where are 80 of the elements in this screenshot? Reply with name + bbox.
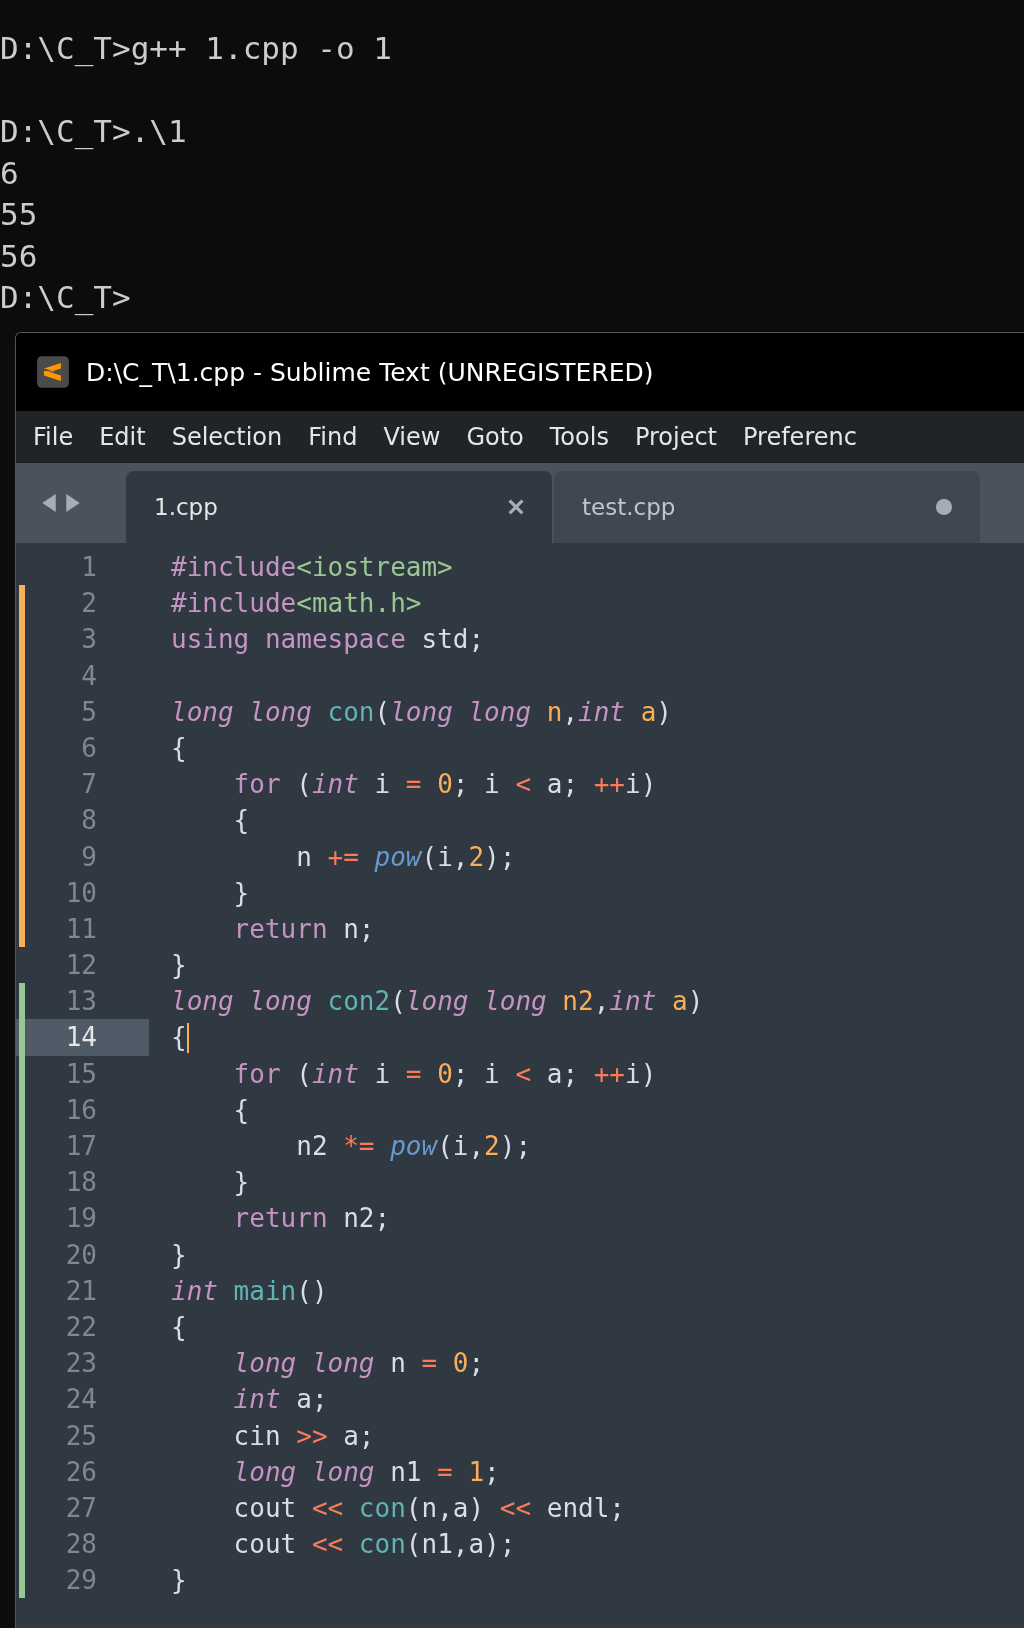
code-line: } xyxy=(171,949,187,983)
line-number: 23 xyxy=(65,1347,97,1381)
code-line: #include<iostream> xyxy=(171,551,453,584)
line-number: 26 xyxy=(65,1455,97,1489)
line-number: 1 xyxy=(81,551,97,584)
line-number: 22 xyxy=(65,1310,97,1344)
code-line: } xyxy=(171,1238,187,1272)
line-number: 25 xyxy=(65,1419,97,1453)
line-number: 21 xyxy=(65,1274,97,1308)
line-number: 12 xyxy=(65,949,97,983)
menu-item[interactable]: Project xyxy=(621,423,730,451)
line-number: 15 xyxy=(65,1057,97,1091)
terminal-line: 56 xyxy=(0,237,38,274)
line-number: 10 xyxy=(65,876,97,910)
text-cursor xyxy=(186,1022,189,1053)
menu-item[interactable]: File xyxy=(20,423,87,451)
line-number: 13 xyxy=(65,985,97,1019)
left-arrow-icon[interactable] xyxy=(42,494,56,512)
code-line: long long n1 = 1; xyxy=(232,1455,500,1489)
line-number: 6 xyxy=(81,731,97,765)
code-line: #include<math.h> xyxy=(171,587,422,621)
code-line: cin >> a; xyxy=(232,1419,375,1453)
line-number: 11 xyxy=(65,912,97,946)
line-number: 2 xyxy=(81,587,97,621)
menu-item[interactable]: Selection xyxy=(158,423,296,451)
menu-item[interactable]: Edit xyxy=(86,423,159,451)
code-line: { xyxy=(171,1021,187,1055)
code-line: long long con2(long long n2,int a) xyxy=(171,985,704,1019)
menu-item[interactable]: Preferenc xyxy=(730,423,870,451)
code-line: } xyxy=(232,1166,250,1200)
line-number: 28 xyxy=(65,1528,97,1562)
line-number: 14 xyxy=(65,1021,97,1055)
line-number: 29 xyxy=(65,1564,97,1598)
close-icon[interactable] xyxy=(508,499,524,515)
terminal-line: D:\C_T>.\1 xyxy=(0,113,187,149)
line-number: 3 xyxy=(81,623,97,657)
menu-item[interactable]: Tools xyxy=(536,423,622,451)
code-line: { xyxy=(171,1310,187,1344)
line-number: 18 xyxy=(65,1166,97,1200)
code-line: n2 *= pow(i,2); xyxy=(295,1130,532,1163)
menu-item[interactable]: Find xyxy=(295,423,371,451)
line-number: 19 xyxy=(65,1202,97,1236)
terminal-line: D:\C_T>g++ 1.cpp -o 1 xyxy=(0,30,392,66)
code-line: } xyxy=(232,876,250,910)
code-line: int main() xyxy=(171,1274,328,1308)
terminal-line: 55 xyxy=(0,196,38,232)
line-number: 5 xyxy=(81,695,97,729)
code-line: n += pow(i,2); xyxy=(295,840,516,874)
code-line: for (int i = 0; i < a; ++i) xyxy=(232,1057,657,1091)
terminal-line: D:\C_T> xyxy=(0,279,131,315)
code-line: for (int i = 0; i < a; ++i) xyxy=(232,768,657,802)
code-line: int a; xyxy=(232,1383,328,1417)
app-logo-icon xyxy=(36,355,70,389)
code-line: cout << con(n1,a); xyxy=(232,1528,516,1562)
file-tab[interactable]: 1.cpp xyxy=(126,471,552,543)
code-line: long long con(long long n,int a) xyxy=(171,695,672,729)
line-number: 24 xyxy=(65,1383,97,1417)
file-tab[interactable]: test.cpp xyxy=(554,471,980,543)
line-number: 16 xyxy=(65,1093,97,1127)
line-number: 8 xyxy=(81,804,97,838)
code-line: { xyxy=(232,1093,250,1127)
code-line: { xyxy=(171,731,187,765)
menu-item[interactable]: Goto xyxy=(453,423,537,451)
line-number: 4 xyxy=(81,659,97,693)
code-line: cout << con(n,a) << endl; xyxy=(232,1491,625,1525)
window-title: D:\C_T\1.cpp - Sublime Text (UNREGISTERED) xyxy=(86,357,654,387)
code-line: long long n = 0; xyxy=(232,1347,485,1381)
code-line: return n; xyxy=(232,912,375,946)
code-line: { xyxy=(232,804,250,838)
code-line: return n2; xyxy=(232,1202,391,1236)
code-line: using namespace std; xyxy=(171,623,485,657)
code-line: } xyxy=(171,1564,187,1598)
terminal-line: 6 xyxy=(0,154,19,191)
line-number: 27 xyxy=(65,1491,97,1525)
line-number: 9 xyxy=(81,840,97,874)
right-arrow-icon[interactable] xyxy=(66,494,80,512)
line-number: 7 xyxy=(81,768,97,802)
line-number: 17 xyxy=(65,1130,97,1163)
menu-item[interactable]: View xyxy=(370,423,454,451)
line-number: 20 xyxy=(65,1238,97,1272)
